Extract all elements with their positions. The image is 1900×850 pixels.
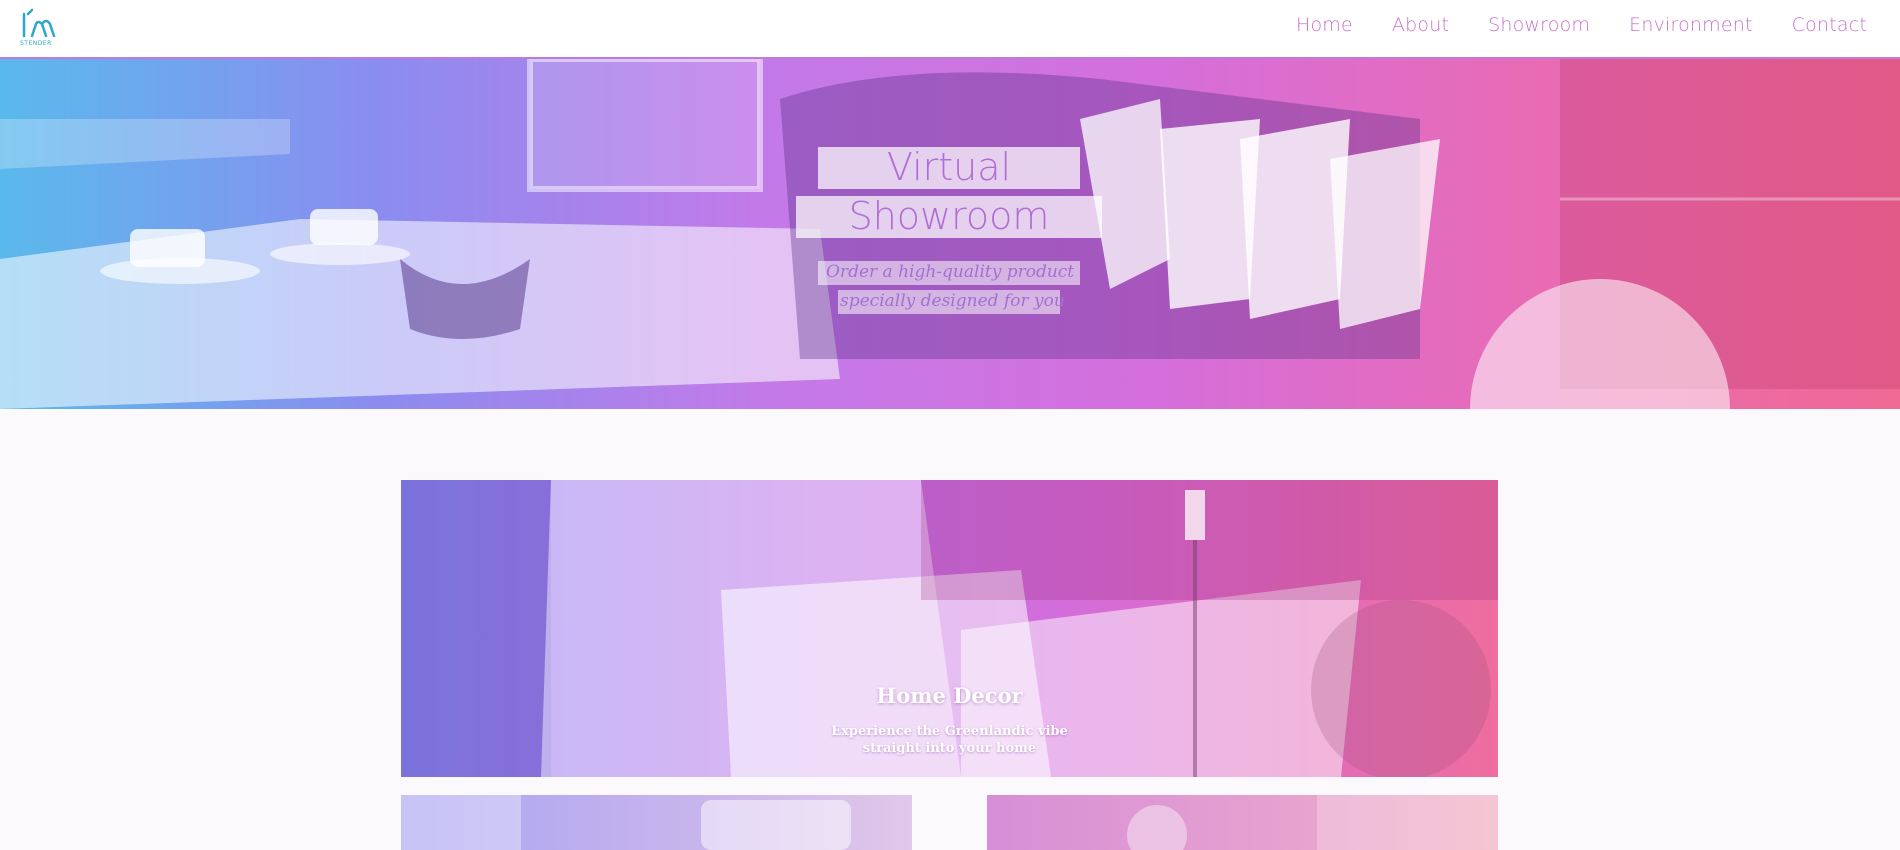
card-title: Home Decor [876,683,1023,708]
main-nav: Home About Showroom Environment Contact [1296,14,1867,36]
card-description: Experience the Greenlandic vibe straight… [401,723,1498,757]
hero-subtitle-line2: specially designed for you [840,291,1065,311]
hero-title-line2: Showroom [848,194,1050,238]
nav-home[interactable]: Home [1296,14,1353,36]
nav-about[interactable]: About [1392,14,1449,36]
home-decor-card[interactable]: Home Decor Experience the Greenlandic vi… [401,480,1498,777]
card-description-line2: straight into your home [862,741,1037,756]
hero-subtitle-line1: Order a high-quality product [826,262,1075,282]
logo-wordmark: STENDER [20,40,52,47]
card-description-line1: Experience the Greenlandic vibe [831,724,1068,739]
nav-contact[interactable]: Contact [1792,14,1867,36]
product-card-left-image [401,795,851,850]
hero-title-line1: Virtual [886,145,1012,189]
product-card-left[interactable] [401,795,912,850]
nav-environment[interactable]: Environment [1629,14,1753,36]
site-header: STENDER Home About Showroom Environment … [0,0,1900,59]
nav-showroom[interactable]: Showroom [1488,14,1590,36]
product-card-right[interactable] [987,795,1498,850]
product-card-right-image [1127,795,1498,850]
hero-banner: Virtual Showroom Order a high-quality pr… [0,59,1900,409]
